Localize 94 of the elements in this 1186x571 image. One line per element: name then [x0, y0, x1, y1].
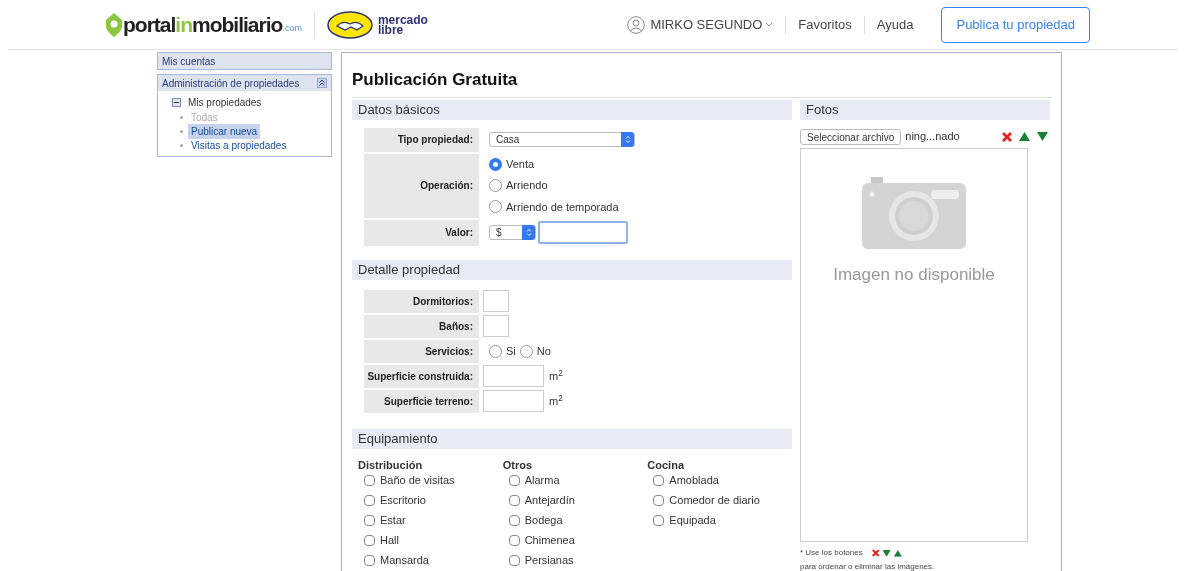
area-input[interactable]: [483, 390, 544, 412]
checkbox[interactable]: [653, 515, 665, 526]
delete-icon[interactable]: [1002, 131, 1012, 142]
select-field[interactable]: $: [489, 225, 536, 240]
radio-label: No: [536, 343, 551, 359]
area-input[interactable]: [483, 365, 544, 387]
tree-link[interactable]: Visitas a propiedades: [188, 137, 290, 153]
partner-logo-text: libre: [377, 24, 404, 35]
delete-icon[interactable]: [871, 548, 880, 557]
sidebar-heading-text: Mis cuentas: [162, 54, 216, 69]
checkbox-label: Persianas: [524, 553, 574, 569]
group-title: Otros: [502, 457, 533, 471]
value-input[interactable]: [538, 221, 628, 244]
checkbox[interactable]: [508, 515, 520, 526]
checkbox[interactable]: [508, 555, 520, 566]
field-label: Baños:: [364, 314, 479, 338]
user-icon[interactable]: [627, 15, 646, 34]
number-input[interactable]: [483, 290, 509, 312]
field-label: Tipo propiedad:: [364, 127, 479, 152]
checkbox[interactable]: [364, 475, 375, 486]
up-arrow-icon[interactable]: [1019, 132, 1030, 141]
checkbox-label: Chimenea: [524, 533, 575, 549]
page-title: Publicación Gratuita: [352, 67, 1051, 98]
checkbox-label: Mansarda: [380, 553, 429, 569]
field-label: Operación:: [364, 153, 479, 218]
checkbox[interactable]: [364, 555, 375, 566]
radio-button[interactable]: [489, 157, 502, 171]
checkbox-label: Alarma: [524, 473, 560, 489]
checkbox[interactable]: [508, 475, 520, 486]
note-text: para ordenar o eliminar las imágenes.: [800, 560, 935, 571]
logo-text: portalinmobiliario: [123, 11, 283, 38]
field-label: Superficie construida:: [364, 364, 479, 388]
field-label: Servicios:: [364, 339, 479, 363]
checkbox[interactable]: [508, 535, 520, 546]
section-header: Fotos: [800, 99, 1050, 120]
checkbox-label: Baño de visitas: [380, 473, 455, 489]
checkbox-label: Equipada: [669, 513, 716, 529]
radio-button[interactable]: [489, 179, 502, 192]
radio-label: Arriendo: [506, 178, 548, 194]
radio-button[interactable]: [489, 200, 502, 214]
checkbox-label: Bodega: [524, 513, 563, 529]
tree-link[interactable]: Publicar nueva: [188, 123, 261, 139]
checkbox[interactable]: [508, 495, 520, 506]
up-arrow-icon[interactable]: [893, 549, 902, 556]
section-header: Detalle propiedad: [352, 259, 792, 280]
radio-button[interactable]: [489, 344, 502, 358]
number-input[interactable]: [483, 315, 509, 337]
checkbox-label: Hall: [380, 533, 399, 549]
radio-label: Si: [506, 343, 516, 359]
publish-button[interactable]: Publica tu propiedad: [941, 6, 1090, 43]
checkbox[interactable]: [364, 535, 375, 546]
field-label: Dormitorios:: [364, 289, 479, 313]
field-label: Superficie terreno:: [364, 389, 479, 413]
chevron-down-icon: [765, 22, 774, 27]
checkbox[interactable]: [364, 515, 375, 526]
tree-item[interactable]: Mis propiedades: [188, 95, 262, 110]
section-header: Equipamiento: [352, 428, 792, 449]
checkbox-label: Amoblada: [669, 473, 719, 489]
radio-label: Arriendo de temporada: [506, 199, 619, 215]
file-name: ning...nado: [905, 129, 960, 145]
radio-button[interactable]: [519, 344, 533, 358]
group-title: Cocina: [647, 457, 686, 471]
sidebar-heading[interactable]: Mis cuentas: [158, 53, 331, 69]
note-text: * Use los botones: [800, 546, 863, 559]
stepper-icon: [525, 228, 532, 237]
logo-suffix: .com: [282, 22, 302, 35]
checkbox-label: Escritorio: [380, 493, 426, 509]
partner-logo-text: mercado: [377, 14, 428, 25]
placeholder-text: Imagen no disponible: [833, 263, 995, 286]
stepper-icon: [624, 135, 631, 144]
checkbox[interactable]: [364, 495, 375, 506]
unit-label: m$^{2}$: [549, 367, 563, 384]
collapse-icon[interactable]: [172, 98, 181, 107]
nav-link[interactable]: Favoritos: [798, 14, 852, 35]
checkbox-label: Comedor de diario: [669, 493, 760, 509]
file-button[interactable]: Seleccionar archivo: [800, 128, 902, 145]
sidebar-heading[interactable]: Administración de propiedades: [158, 75, 331, 91]
radio-label: Venta: [506, 156, 535, 172]
user-menu[interactable]: MIRKO SEGUNDO: [650, 14, 774, 35]
map-pin-icon: [106, 12, 122, 37]
down-arrow-icon[interactable]: [1037, 132, 1048, 141]
checkbox[interactable]: [653, 495, 665, 506]
down-arrow-icon[interactable]: [882, 549, 891, 556]
group-title: Distribución: [358, 457, 424, 471]
checkbox-label: Estar: [380, 513, 406, 529]
section-header: Datos básicos: [352, 99, 792, 120]
nav-link[interactable]: Ayuda: [876, 14, 914, 35]
field-label: Valor:: [364, 219, 479, 246]
select-field[interactable]: Casa: [489, 132, 635, 147]
sidebar-heading-text: Administración de propiedades: [162, 76, 300, 91]
checkbox-label: Antejardín: [524, 493, 575, 509]
collapse-icon[interactable]: [317, 78, 327, 88]
checkbox[interactable]: [653, 475, 665, 486]
unit-label: m$^{2}$: [549, 392, 563, 409]
